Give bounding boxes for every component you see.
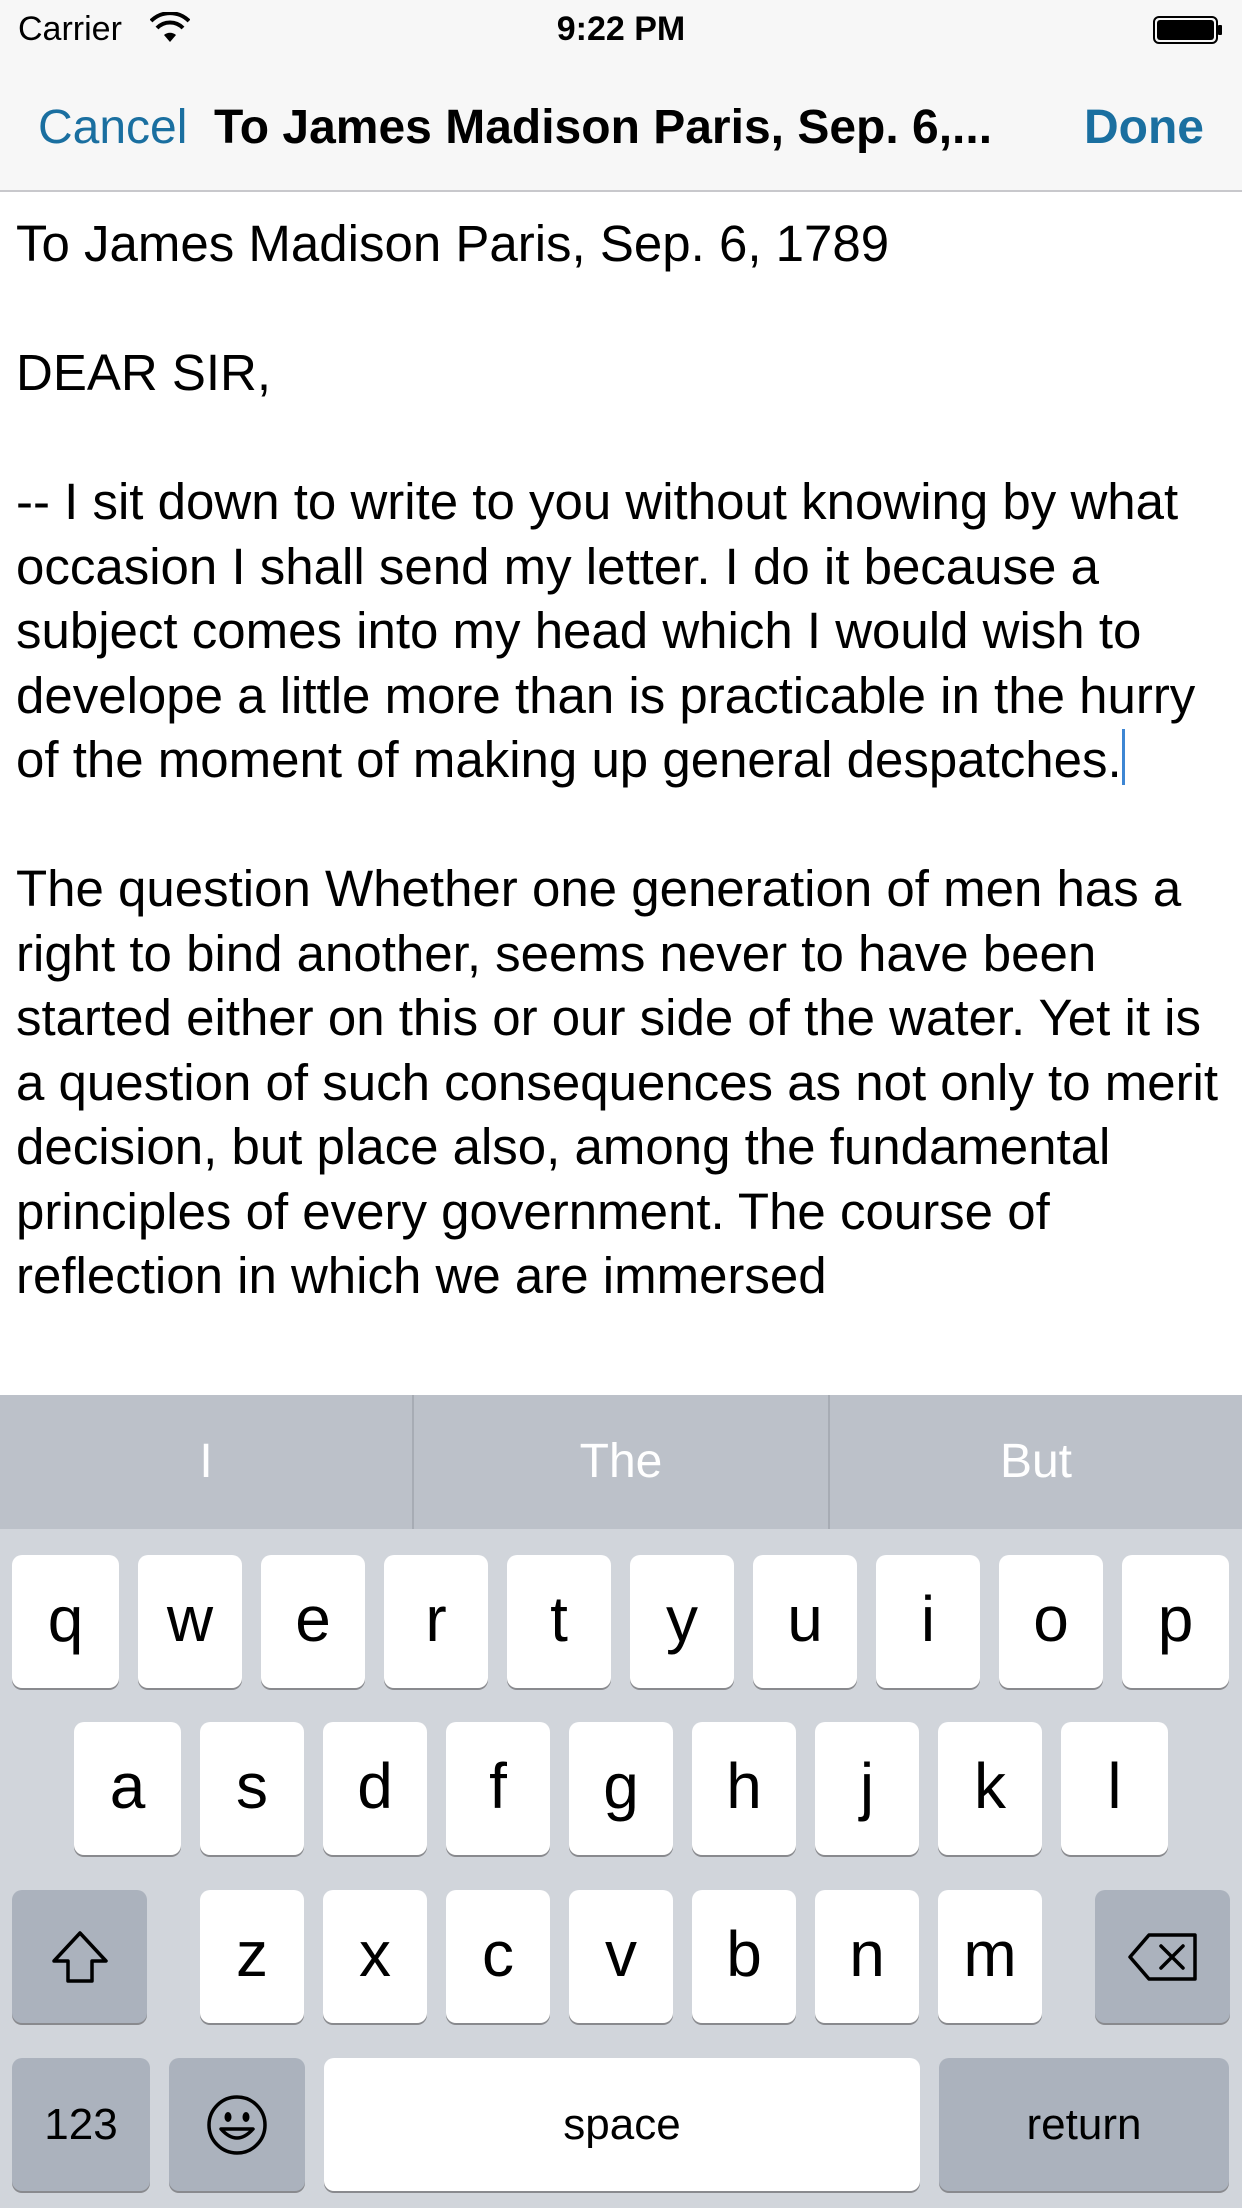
emoji-icon: [207, 2094, 267, 2155]
space-key[interactable]: space: [324, 2058, 920, 2191]
key-r[interactable]: r: [384, 1555, 488, 1688]
done-button[interactable]: Done: [1084, 100, 1204, 155]
key-w[interactable]: w: [138, 1555, 242, 1688]
key-u[interactable]: u: [753, 1555, 857, 1688]
key-k[interactable]: k: [938, 1722, 1042, 1855]
key-p[interactable]: p: [1122, 1555, 1229, 1688]
suggestion-2[interactable]: The: [414, 1395, 828, 1529]
key-z[interactable]: z: [200, 1890, 304, 2023]
suggestion-1[interactable]: I: [0, 1395, 412, 1529]
delete-key[interactable]: [1095, 1890, 1230, 2023]
page-title: To James Madison Paris, Sep. 6,...: [214, 101, 993, 154]
shift-key[interactable]: [12, 1890, 147, 2023]
clock: 9:22 PM: [556, 10, 686, 48]
emoji-key[interactable]: [169, 2058, 305, 2191]
key-j[interactable]: j: [815, 1722, 919, 1855]
key-a[interactable]: a: [74, 1722, 181, 1855]
backspace-icon: [1127, 1932, 1197, 1981]
key-c[interactable]: c: [446, 1890, 550, 2023]
key-s[interactable]: s: [200, 1722, 304, 1855]
letter-salutation[interactable]: DEAR SIR,: [16, 341, 1231, 406]
letter-paragraph-2[interactable]: The question Whether one generation of m…: [16, 857, 1231, 1309]
key-n[interactable]: n: [815, 1890, 919, 2023]
key-v[interactable]: v: [569, 1890, 673, 2023]
suggestion-bar: I The But: [0, 1395, 1242, 1529]
numbers-key[interactable]: 123: [12, 2058, 150, 2191]
status-bar: Carrier 9:22 PM: [0, 0, 1242, 60]
cancel-button[interactable]: Cancel: [38, 100, 187, 155]
key-e[interactable]: e: [261, 1555, 365, 1688]
letter-heading[interactable]: To James Madison Paris, Sep. 6, 1789: [16, 212, 1231, 277]
text-cursor: [1121, 729, 1125, 785]
battery-icon: [1153, 16, 1222, 44]
keyboard: I The But q w e r t y u i o p a s d f g …: [0, 1395, 1242, 2208]
key-h[interactable]: h: [692, 1722, 796, 1855]
key-l[interactable]: l: [1061, 1722, 1168, 1855]
key-o[interactable]: o: [999, 1555, 1103, 1688]
key-f[interactable]: f: [446, 1722, 550, 1855]
navigation-bar: Cancel To James Madison Paris, Sep. 6,..…: [0, 60, 1242, 192]
return-key[interactable]: return: [939, 2058, 1229, 2191]
key-g[interactable]: g: [569, 1722, 673, 1855]
letter-paragraph-1[interactable]: -- I sit down to write to you without kn…: [16, 470, 1231, 793]
suggestion-3[interactable]: But: [830, 1395, 1242, 1529]
key-m[interactable]: m: [938, 1890, 1042, 2023]
key-b[interactable]: b: [692, 1890, 796, 2023]
text-editor[interactable]: To James Madison Paris, Sep. 6, 1789 DEA…: [0, 192, 1242, 1395]
key-y[interactable]: y: [630, 1555, 734, 1688]
key-t[interactable]: t: [507, 1555, 611, 1688]
shift-icon: [51, 1930, 108, 1983]
key-q[interactable]: q: [12, 1555, 119, 1688]
key-d[interactable]: d: [323, 1722, 427, 1855]
key-x[interactable]: x: [323, 1890, 427, 2023]
key-i[interactable]: i: [876, 1555, 980, 1688]
